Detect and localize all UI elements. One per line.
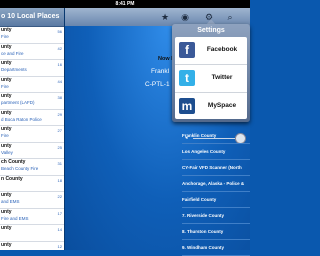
share-option-label: MySpace [207,102,237,109]
favorites-list: Franklin County Los Angeles County CY-Fair… [182,128,250,256]
local-places-list: unty Fire 56 unty ce and Fire 42 unty Departmen… [0,27,64,250]
list-item-count: 22 [57,194,62,199]
list-item[interactable]: unty ce and Fire 42 [0,43,64,60]
list-item-subtitle: ce and Fire [1,50,24,56]
list-item-count: 31 [57,161,62,166]
list-item-title: unty [1,27,12,33]
star-icon[interactable]: ★ [160,12,170,22]
list-item[interactable]: unty Fire 44 [0,76,64,93]
list-item-title: unty [1,60,12,66]
local-places-panel: o 10 Local Places unty Fire 56 unty ce and F… [0,8,64,250]
list-item-subtitle: Fire [1,83,9,89]
list-item[interactable]: unty d Boca Raton Police 29 [0,109,64,126]
list-item-count: 29 [57,111,62,117]
list-item-count: 38 [57,95,62,100]
radio-icon[interactable]: ◉ [180,12,190,22]
list-item-subtitle: partment (LAFD) [1,100,35,105]
favorite-item[interactable]: CY-Fair VFD Scanner (North [182,160,250,176]
list-item-title: unty [1,93,12,99]
feed-code: C-PTL-1 [145,81,170,88]
list-item[interactable]: unty and EMS 22 [0,192,64,209]
favorite-item[interactable]: Fairfield County [182,192,250,208]
list-item-count: 12 [57,243,62,249]
share-option-label: Twitter [211,74,233,81]
list-item-title: n County [1,175,23,182]
list-item-subtitle: and EMS [1,199,20,204]
settings-popover: Settings f Facebook t Twitter m MySpace [172,24,250,122]
list-item-title: unty [1,43,12,50]
favorite-item[interactable]: Los Angeles County [182,144,250,160]
list-item[interactable]: n County 18 [0,175,64,192]
list-item[interactable]: unty Valley 25 [0,142,64,159]
list-item-title: unty [1,208,12,215]
twitter-icon: t [179,70,195,86]
list-item[interactable]: ch County Beach County Fire 31 [0,159,64,176]
list-item-title: unty [1,142,12,149]
favorite-item[interactable]: Anchorage, Alaska - Police & [182,176,250,192]
favorite-item[interactable]: Franklin County [182,128,250,144]
share-options-list: f Facebook t Twitter m MySpace [175,37,247,119]
list-item-title: unty [1,241,12,248]
local-places-title: o 10 Local Places [0,8,64,27]
list-item[interactable]: unty 14 [0,225,64,242]
list-item-subtitle: Departments [1,67,27,72]
list-item[interactable]: unty Fire and EMS 17 [0,208,64,225]
list-item-title: unty [1,109,12,116]
list-item-title: unty [1,225,12,231]
list-item-count: 18 [57,177,62,183]
list-item-count: 56 [57,29,62,34]
list-item-title: unty [1,192,12,198]
list-item-title: unty [1,76,12,83]
share-option-label: Facebook [206,46,238,53]
status-time: 8:41 PM [115,1,135,7]
list-item[interactable]: unty Departments 16 [0,60,64,77]
list-item-count: 17 [57,210,62,216]
list-item-count: 14 [57,227,62,232]
list-item-count: 44 [57,78,62,84]
list-item[interactable]: unty Fire 56 [0,27,64,44]
list-item[interactable]: unty partment (LAFD) 38 [0,93,64,110]
list-item-subtitle: Fire [1,133,9,138]
list-item-count: 25 [57,144,62,150]
myspace-icon: m [179,98,195,114]
favorite-item[interactable]: 8. Thurston County [182,224,250,240]
search-icon[interactable]: ⌕ [225,12,235,22]
list-item[interactable]: unty Fire 27 [0,126,64,143]
settings-popover-title: Settings [197,27,225,34]
favorite-item[interactable]: 7. Riverside County [182,208,250,224]
status-bar: 8:41 PM [0,0,250,8]
list-item-subtitle: Valley [1,149,13,155]
share-option-facebook[interactable]: f Facebook [175,37,247,65]
list-item-count: 16 [57,62,62,67]
share-option-twitter[interactable]: t Twitter [175,65,247,93]
list-item-count: 42 [57,45,62,51]
list-item-title: unty [1,126,12,132]
list-item[interactable]: unty 12 [0,242,64,251]
list-item-subtitle: Beach County Fire [1,166,39,171]
favorite-item[interactable]: 9. Windham County [182,240,250,256]
list-item-count: 27 [57,128,62,133]
list-item-subtitle: Fire and EMS [1,215,29,221]
list-item-subtitle: d Boca Raton Police [1,116,42,122]
facebook-icon: f [179,42,195,58]
share-option-myspace[interactable]: m MySpace [175,93,247,119]
list-item-title: ch County [1,159,26,165]
feed-name: Frankl [151,68,170,75]
list-item-subtitle: Fire [1,34,9,39]
